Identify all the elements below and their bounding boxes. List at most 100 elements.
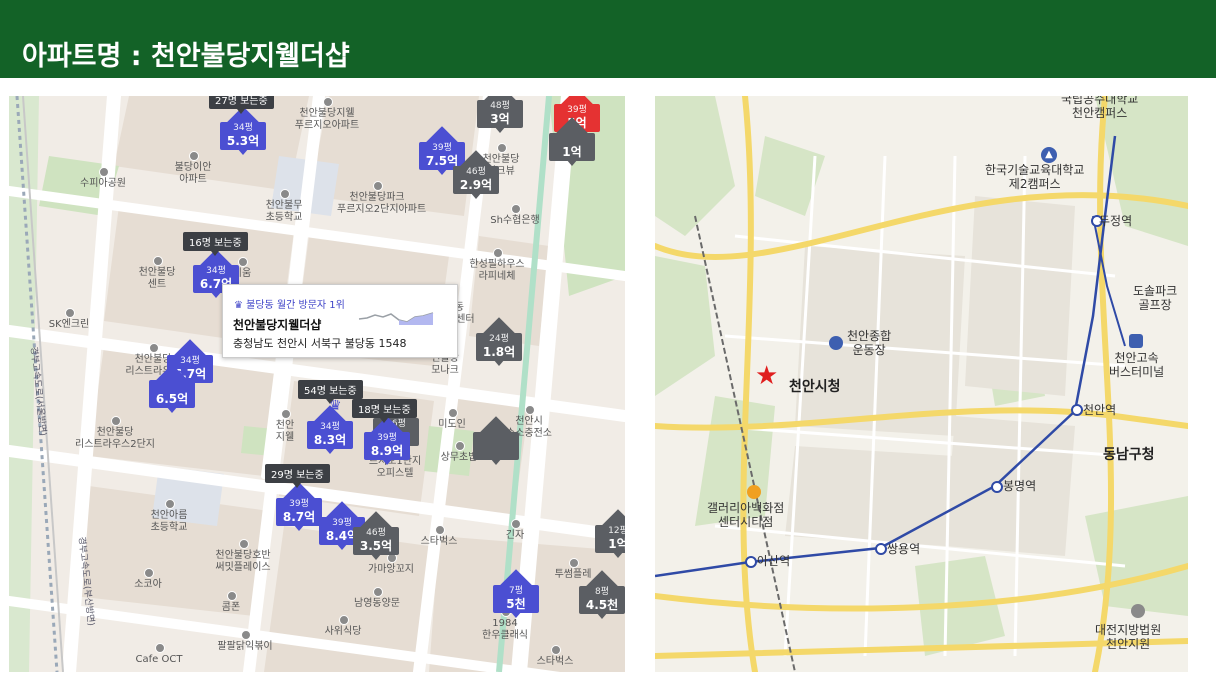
poi-label[interactable]: 천안불무 초등학교: [244, 200, 324, 224]
poi-label[interactable]: 천안불당 센트: [117, 267, 197, 291]
place-label[interactable]: 두정역: [1099, 214, 1132, 228]
poi-label[interactable]: 천안아름 초등학교: [129, 510, 209, 534]
poi-marker-icon[interactable]: [455, 441, 465, 451]
poi-marker-icon[interactable]: [373, 587, 383, 597]
poi-label[interactable]: 스타벅스: [399, 536, 479, 548]
pin-tail: [336, 543, 348, 550]
price-pin[interactable]: 12평 1억: [595, 509, 625, 561]
viewers-badge[interactable]: 29명 보는중: [265, 464, 330, 488]
viewers-badge[interactable]: 18명 보는중: [352, 399, 417, 423]
poi-marker-icon[interactable]: [99, 167, 109, 177]
viewers-badge[interactable]: 27명 보는중: [209, 96, 274, 114]
poi-label[interactable]: 긴자: [475, 530, 555, 542]
place-label[interactable]: 천안종합 운동장: [847, 329, 891, 357]
poi-marker-icon[interactable]: [239, 539, 249, 549]
location-star-marker-icon[interactable]: ★: [755, 363, 778, 389]
poi-marker-icon[interactable]: [448, 408, 458, 418]
poi-label[interactable]: Sh수협은행: [475, 215, 555, 227]
poi-label[interactable]: 가마앙꼬지: [351, 564, 431, 576]
poi-marker-icon[interactable]: [551, 645, 561, 655]
poi-marker-icon[interactable]: [497, 143, 507, 153]
place-label[interactable]: 아산역: [757, 554, 790, 568]
price-pin[interactable]: 46평 2.9억: [453, 150, 499, 202]
price-pin[interactable]: 24평 1.8억: [476, 317, 522, 369]
poi-marker-icon[interactable]: [153, 256, 163, 266]
place-label[interactable]: 도솔파크 골프장: [1133, 284, 1177, 312]
place-label[interactable]: 갤러리아백화점 센터시티점: [707, 501, 784, 529]
viewers-badge[interactable]: 16명 보는중: [183, 232, 248, 256]
poi-marker-icon[interactable]: [189, 151, 199, 161]
place-label[interactable]: 천안고속 버스터미널: [1109, 351, 1164, 379]
poi-label[interactable]: Cafe OCT: [119, 654, 199, 666]
place-label[interactable]: 대전지방법원 천안지원: [1095, 623, 1161, 651]
poi-label[interactable]: 스타벅스: [515, 656, 595, 668]
poi-marker-icon[interactable]: [238, 257, 248, 267]
place-label[interactable]: 국립공주대학교 천안캠퍼스: [1061, 96, 1138, 120]
overview-map-background: [655, 96, 1188, 672]
poi-marker-icon[interactable]: [511, 204, 521, 214]
poi-marker-icon[interactable]: [435, 525, 445, 535]
place-label[interactable]: 쌍용역: [887, 542, 920, 556]
poi-label[interactable]: 소코아: [108, 579, 188, 591]
price-pin[interactable]: 1억: [549, 117, 595, 169]
price-pin[interactable]: 39평 8.7억: [276, 482, 322, 534]
place-label[interactable]: 한국기술교육대학교 제2캠퍼스: [985, 163, 1084, 191]
poi-label[interactable]: 천안불당 리스트라우스2단지: [75, 427, 155, 451]
pin-price: 5천: [506, 597, 526, 611]
poi-label[interactable]: 팔팔닭익볶이: [205, 641, 285, 653]
poi-marker-icon[interactable]: [149, 343, 159, 353]
price-pin[interactable]: 6.5억: [149, 364, 195, 416]
price-pin[interactable]: [473, 416, 519, 468]
poi-marker-icon[interactable]: [155, 643, 165, 653]
poi-label[interactable]: 남영동양문: [337, 598, 417, 610]
price-pin[interactable]: 39평 8.9억: [364, 416, 410, 468]
poi-marker-icon[interactable]: [165, 499, 175, 509]
place-label[interactable]: 천안역: [1083, 403, 1116, 417]
poi-label[interactable]: 한성필하우스 라피네체: [457, 259, 537, 283]
poi-marker-icon[interactable]: [281, 409, 291, 419]
place-label[interactable]: 천안시청: [789, 380, 841, 394]
poi-marker-icon[interactable]: [111, 416, 121, 426]
city-overview-map[interactable]: ★ ▲ 국립공주대학교 천안캠퍼스한국기술교육대학교 제2캠퍼스두정역도솔파크 골프장…: [655, 96, 1188, 672]
price-pin[interactable]: 7평 5천: [493, 569, 539, 621]
poi-marker-icon[interactable]: [65, 308, 75, 318]
poi-marker-icon[interactable]: [227, 591, 237, 601]
poi-label[interactable]: 콤폰: [191, 602, 271, 614]
poi-label[interactable]: 천안불당호반 써밋플레이스: [203, 550, 283, 574]
poi-label[interactable]: 불당이안 아파트: [153, 162, 233, 186]
poi-label[interactable]: SK엔크린: [29, 319, 109, 331]
poi-marker-icon[interactable]: [144, 568, 154, 578]
price-pin[interactable]: 34평 5.3억: [220, 106, 266, 158]
poi-marker-icon[interactable]: [511, 519, 521, 529]
station-dot-bongmyeong: [991, 481, 1003, 493]
poi-marker-icon[interactable]: [525, 405, 535, 415]
poi-marker-icon[interactable]: [339, 615, 349, 625]
poi-label[interactable]: 천안불당지웰 푸르지오아파트: [287, 108, 367, 132]
poi-marker-icon[interactable]: [280, 189, 290, 199]
poi-marker-icon[interactable]: [323, 97, 333, 107]
poi-marker-icon[interactable]: [373, 181, 383, 191]
poi-label[interactable]: 천안불당파크 푸르지오2단지아파트: [337, 192, 426, 216]
selected-crown-marker-icon[interactable]: ♛: [329, 398, 342, 414]
pin-tail: [370, 553, 382, 560]
price-pin[interactable]: 48평 3억: [477, 96, 523, 136]
place-label[interactable]: 봉명역: [1003, 479, 1036, 493]
poi-marker-icon[interactable]: [493, 248, 503, 258]
poi-label[interactable]: 1984 한우클래식: [465, 618, 545, 642]
poi-marker-icon[interactable]: [241, 630, 251, 640]
price-pin[interactable]: 34평 8.3억: [307, 405, 353, 457]
apartment-info-popup[interactable]: ♛ 불당동 월간 방문자 1위 천안불당지웰더샵 충청남도 천안시 서북구 불당…: [222, 284, 458, 358]
pin-tail: [324, 447, 336, 454]
price-pin[interactable]: 46평 3.5억: [353, 511, 399, 563]
place-label[interactable]: 동남구청: [1103, 448, 1155, 462]
pin-tail: [237, 148, 249, 155]
poi-label[interactable]: 사위식당: [303, 626, 383, 638]
poi-label[interactable]: 수피아공원: [63, 178, 143, 190]
neighborhood-map[interactable]: 경부고속도로(서울방면) 경부고속도로(부산방면) 천안불당지웰 푸르지오아파트 불당…: [9, 96, 625, 672]
university-icon: ▲: [1041, 147, 1057, 163]
poi-marker-icon[interactable]: [569, 558, 579, 568]
price-pin[interactable]: 8평 4.5천: [579, 570, 625, 622]
pin-price: 3.5억: [359, 539, 393, 553]
viewers-badge[interactable]: 54명 보는중: [298, 380, 363, 404]
pin-price: 8.9억: [370, 444, 404, 458]
